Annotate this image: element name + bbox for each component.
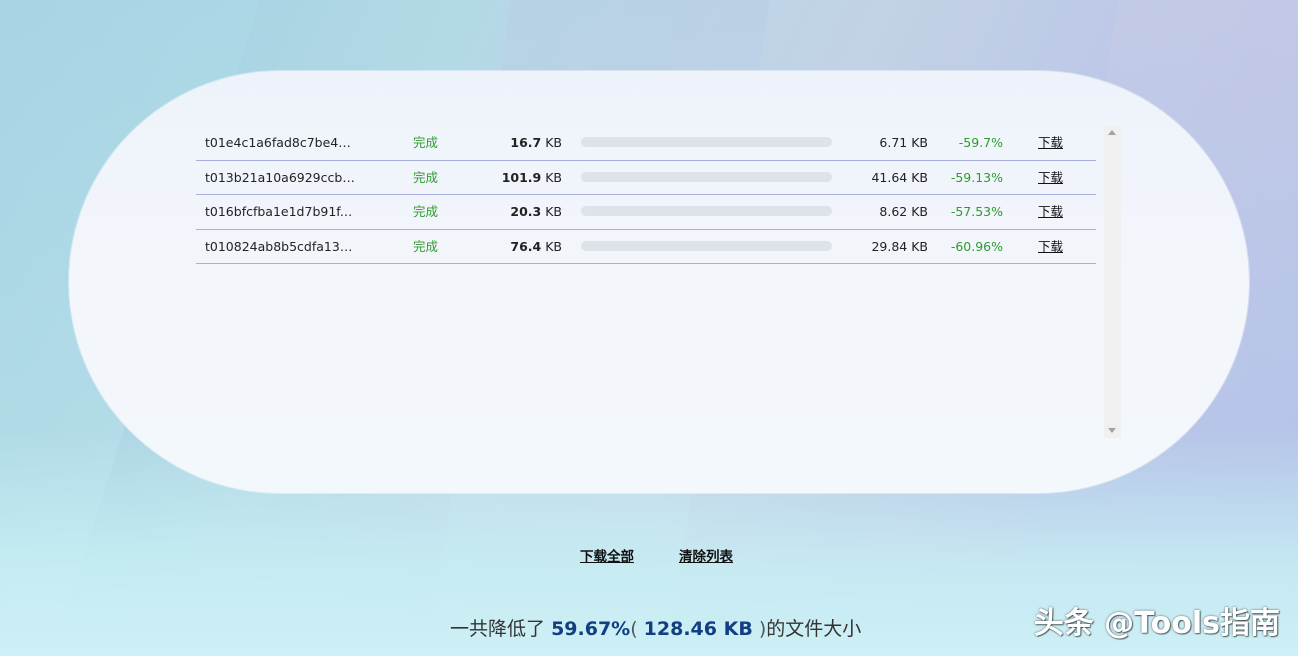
size-change: -57.53% [950, 204, 1003, 219]
summary-saved-size: 128.46 KB [643, 618, 753, 640]
original-size-unit: KB [545, 204, 562, 219]
compressed-size: 8.62 KB [879, 204, 928, 219]
file-status: 完成 [413, 204, 439, 219]
file-row: t013b21a10a6929ccbc.j... 完成 101.9 KB 41.… [196, 161, 1096, 195]
file-name: t010824ab8b5cdfa138 -... [205, 238, 355, 254]
size-change: -60.96% [950, 238, 1003, 254]
compressed-size: 6.71 KB [879, 135, 928, 150]
download-link[interactable]: 下载 [1038, 230, 1063, 263]
original-size-unit: KB [545, 238, 562, 254]
file-status: 完成 [413, 238, 439, 254]
compression-summary: 一共降低了 59.67%( 128.46 KB )的文件大小 [450, 614, 861, 641]
file-row: t010824ab8b5cdfa138 -... 完成 76.4 KB 29.8… [196, 230, 1096, 264]
file-row: t016bfcfba1e1d7b91f.jpg 完成 20.3 KB 8.62 … [196, 195, 1096, 230]
file-list: t01e4c1a6fad8c7be4b.j... 完成 16.7 KB 6.71… [196, 126, 1096, 264]
watermark: 头条 @Tools指南 [1033, 606, 1280, 641]
file-name: t013b21a10a6929ccbc.j... [205, 169, 355, 185]
clear-list-button[interactable]: 清除列表 [679, 545, 733, 565]
file-status: 完成 [413, 169, 439, 185]
download-link[interactable]: 下载 [1038, 195, 1063, 228]
original-size: 16.7 KB [476, 126, 562, 159]
download-link[interactable]: 下载 [1038, 126, 1063, 159]
progress-bar [581, 240, 832, 251]
original-size-unit: KB [545, 135, 562, 150]
progress-bar [581, 206, 832, 216]
original-size-value: 16.7 [510, 135, 542, 150]
file-status: 完成 [413, 135, 439, 150]
scroll-down-arrow-icon[interactable] [1108, 428, 1116, 433]
download-all-button[interactable]: 下载全部 [580, 545, 634, 565]
original-size-value: 20.3 [510, 204, 542, 219]
compressed-size: 29.84 KB [871, 238, 928, 254]
summary-suffix: 的文件大小 [766, 618, 862, 640]
summary-prefix: 一共降低了 [450, 618, 546, 640]
original-size: 101.9 KB [476, 161, 562, 194]
list-actions: 下载全部 清除列表 [0, 545, 1298, 567]
original-size-value: 101.9 [501, 169, 542, 185]
progress-bar [581, 171, 832, 182]
progress-bar [581, 137, 832, 147]
size-change: -59.13% [950, 169, 1003, 185]
file-row: t01e4c1a6fad8c7be4b.j... 完成 16.7 KB 6.71… [196, 126, 1096, 161]
original-size: 20.3 KB [476, 195, 562, 228]
original-size-unit: KB [545, 169, 562, 185]
original-size: 76.4 KB [476, 230, 562, 263]
scroll-up-arrow-icon[interactable] [1108, 130, 1116, 135]
download-link[interactable]: 下载 [1038, 161, 1063, 194]
file-name: t01e4c1a6fad8c7be4b.j... [205, 135, 355, 150]
file-name: t016bfcfba1e1d7b91f.jpg [205, 204, 355, 219]
summary-paren-open: ( [630, 618, 638, 640]
summary-percent: 59.67% [551, 618, 631, 640]
original-size-value: 76.4 [510, 238, 542, 254]
compressed-size: 41.64 KB [871, 169, 928, 185]
list-scrollbar[interactable] [1104, 126, 1121, 438]
size-change: -59.7% [958, 135, 1003, 150]
